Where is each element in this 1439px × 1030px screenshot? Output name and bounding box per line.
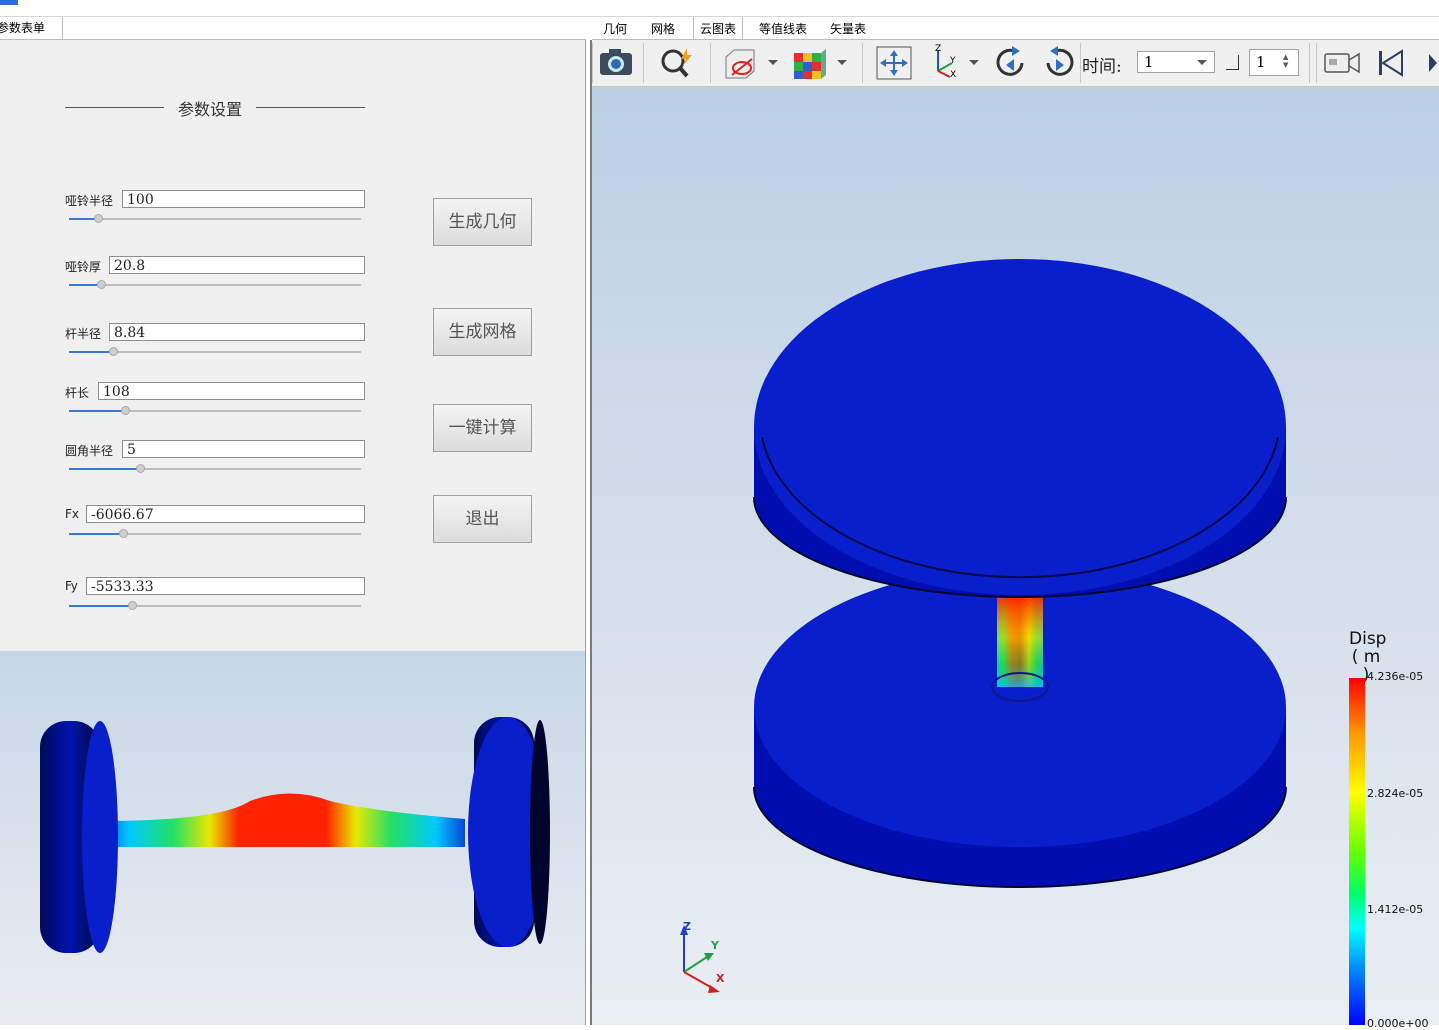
toolbar-separator	[1080, 43, 1081, 83]
legend-mid1-label: 1.412e-05	[1367, 903, 1424, 916]
next-frame-icon[interactable]	[1426, 46, 1439, 80]
rod-length-input[interactable]: 108	[98, 382, 365, 400]
tab-vector-table[interactable]: 矢量表	[824, 17, 872, 39]
fillet-radius-slider-fill	[69, 468, 141, 470]
section-title: 参数设置	[177, 100, 242, 119]
toolbar-separator	[643, 43, 644, 83]
left-disk-face	[82, 721, 118, 953]
fy-slider-fill	[69, 605, 133, 607]
window-title-bar	[0, 0, 1439, 17]
rod-length-slider-fill	[69, 410, 126, 412]
time-label: 时间:	[1082, 57, 1122, 77]
step-value: 1	[1256, 53, 1266, 71]
rod-body	[100, 821, 465, 847]
dumbbell-3d-view	[680, 259, 1287, 993]
tab-isoline-table[interactable]: 等值线表	[752, 17, 814, 39]
color-map-icon[interactable]	[790, 45, 830, 81]
app-icon	[0, 0, 18, 5]
left-panel-splitter[interactable]	[585, 40, 586, 1025]
svg-text:X: X	[950, 70, 956, 80]
dumbbell-thickness-slider-handle[interactable]	[97, 280, 106, 289]
side-view-viewport[interactable]	[0, 651, 585, 1025]
one-click-compute-button[interactable]: 一键计算	[433, 404, 532, 452]
fillet-radius-slider-handle[interactable]	[136, 464, 145, 473]
fx-input[interactable]: -6066.67	[86, 505, 365, 523]
dumbbell-radius-slider-handle[interactable]	[94, 214, 103, 223]
fx-slider-handle[interactable]	[119, 529, 128, 538]
toolbar-separator	[1316, 43, 1317, 83]
chevron-down-icon[interactable]	[1197, 60, 1207, 65]
pan-icon[interactable]	[875, 45, 913, 81]
legend-color-bar	[1349, 678, 1365, 1025]
spin-arrows-icon[interactable]: ▲ ▼	[1283, 53, 1288, 69]
generate-geometry-button[interactable]: 生成几何	[433, 198, 532, 246]
dumbbell-thickness-slider[interactable]	[69, 284, 361, 286]
fy-input[interactable]: -5533.33	[86, 577, 365, 595]
rod-length-slider-handle[interactable]	[121, 406, 130, 415]
dumbbell-thickness-input[interactable]: 20.8	[109, 256, 365, 274]
generate-mesh-button[interactable]: 生成网格	[433, 308, 532, 356]
legend-mid2-label: 2.824e-05	[1367, 787, 1424, 800]
axis-label-x: X	[716, 972, 725, 985]
chevron-down-icon[interactable]	[837, 60, 847, 65]
step-bracket-icon	[1226, 55, 1239, 70]
viewport-frame	[590, 40, 592, 1025]
record-video-icon[interactable]	[1323, 48, 1361, 78]
exit-button[interactable]: 退出	[433, 495, 532, 543]
tab-mesh[interactable]: 网格	[644, 17, 682, 39]
time-select-value: 1	[1144, 53, 1154, 71]
fillet-radius-input[interactable]: 5	[122, 440, 365, 458]
dumbbell-side-view	[40, 717, 550, 953]
contour-viewport[interactable]	[592, 87, 1439, 1025]
toolbar-separator	[592, 43, 593, 83]
axis-label-z: Z	[683, 920, 691, 933]
tab-contour-plot[interactable]: 云图表	[693, 17, 743, 39]
top-disk-top	[754, 259, 1286, 595]
axis-label-y: Y	[711, 939, 719, 952]
right-disk-rim	[530, 720, 550, 944]
svg-text:Y: Y	[949, 56, 956, 66]
param-label-fy: Fy	[65, 579, 78, 593]
step-spinbox[interactable]: 1	[1249, 49, 1299, 76]
param-label-fillet-radius: 圆角半径	[65, 444, 114, 458]
zoom-fit-icon[interactable]	[657, 45, 697, 81]
tab-geometry[interactable]: 几何	[596, 17, 634, 39]
left-tab-bar	[0, 17, 586, 40]
axes-icon[interactable]: Z Y X	[926, 43, 960, 81]
legend-min-label: 0.000e+00	[1367, 1017, 1429, 1030]
param-label-fx: Fx	[65, 507, 80, 521]
section-divider-right	[256, 107, 365, 108]
dumbbell-radius-input[interactable]: 100	[122, 190, 365, 208]
toolbar-separator	[862, 43, 863, 83]
param-label-rod-length: 杆长	[65, 386, 90, 400]
rotate-ccw-icon[interactable]	[1040, 45, 1078, 81]
rotate-cw-icon[interactable]	[992, 45, 1030, 81]
chevron-down-icon[interactable]	[969, 60, 979, 65]
camera-icon[interactable]	[597, 45, 635, 81]
tab-parameter-form[interactable]: 参数表单	[0, 17, 63, 39]
rod-radius-input[interactable]: 8.84	[109, 323, 365, 341]
section-divider-left	[65, 107, 164, 108]
legend-max-label: 4.236e-05	[1367, 670, 1424, 683]
svg-text:Z: Z	[935, 44, 941, 54]
param-label-dumbbell-radius: 哑铃半径	[65, 194, 114, 208]
param-label-rod-radius: 杆半径	[65, 327, 102, 341]
dumbbell-radius-slider[interactable]	[69, 218, 361, 220]
fx-slider-fill	[69, 533, 124, 535]
rod-radius-slider-handle[interactable]	[109, 347, 118, 356]
fy-slider-handle[interactable]	[128, 601, 137, 610]
toolbar-separator	[710, 43, 711, 83]
chevron-down-icon[interactable]	[768, 60, 778, 65]
toolbar-separator	[1309, 43, 1310, 83]
rod-radius-slider-fill	[69, 351, 114, 353]
legend-quantity: Disp	[1349, 629, 1387, 649]
first-frame-icon[interactable]	[1372, 46, 1406, 80]
section-view-icon[interactable]	[720, 45, 760, 81]
param-label-dumbbell-thickness: 哑铃厚	[65, 260, 102, 274]
